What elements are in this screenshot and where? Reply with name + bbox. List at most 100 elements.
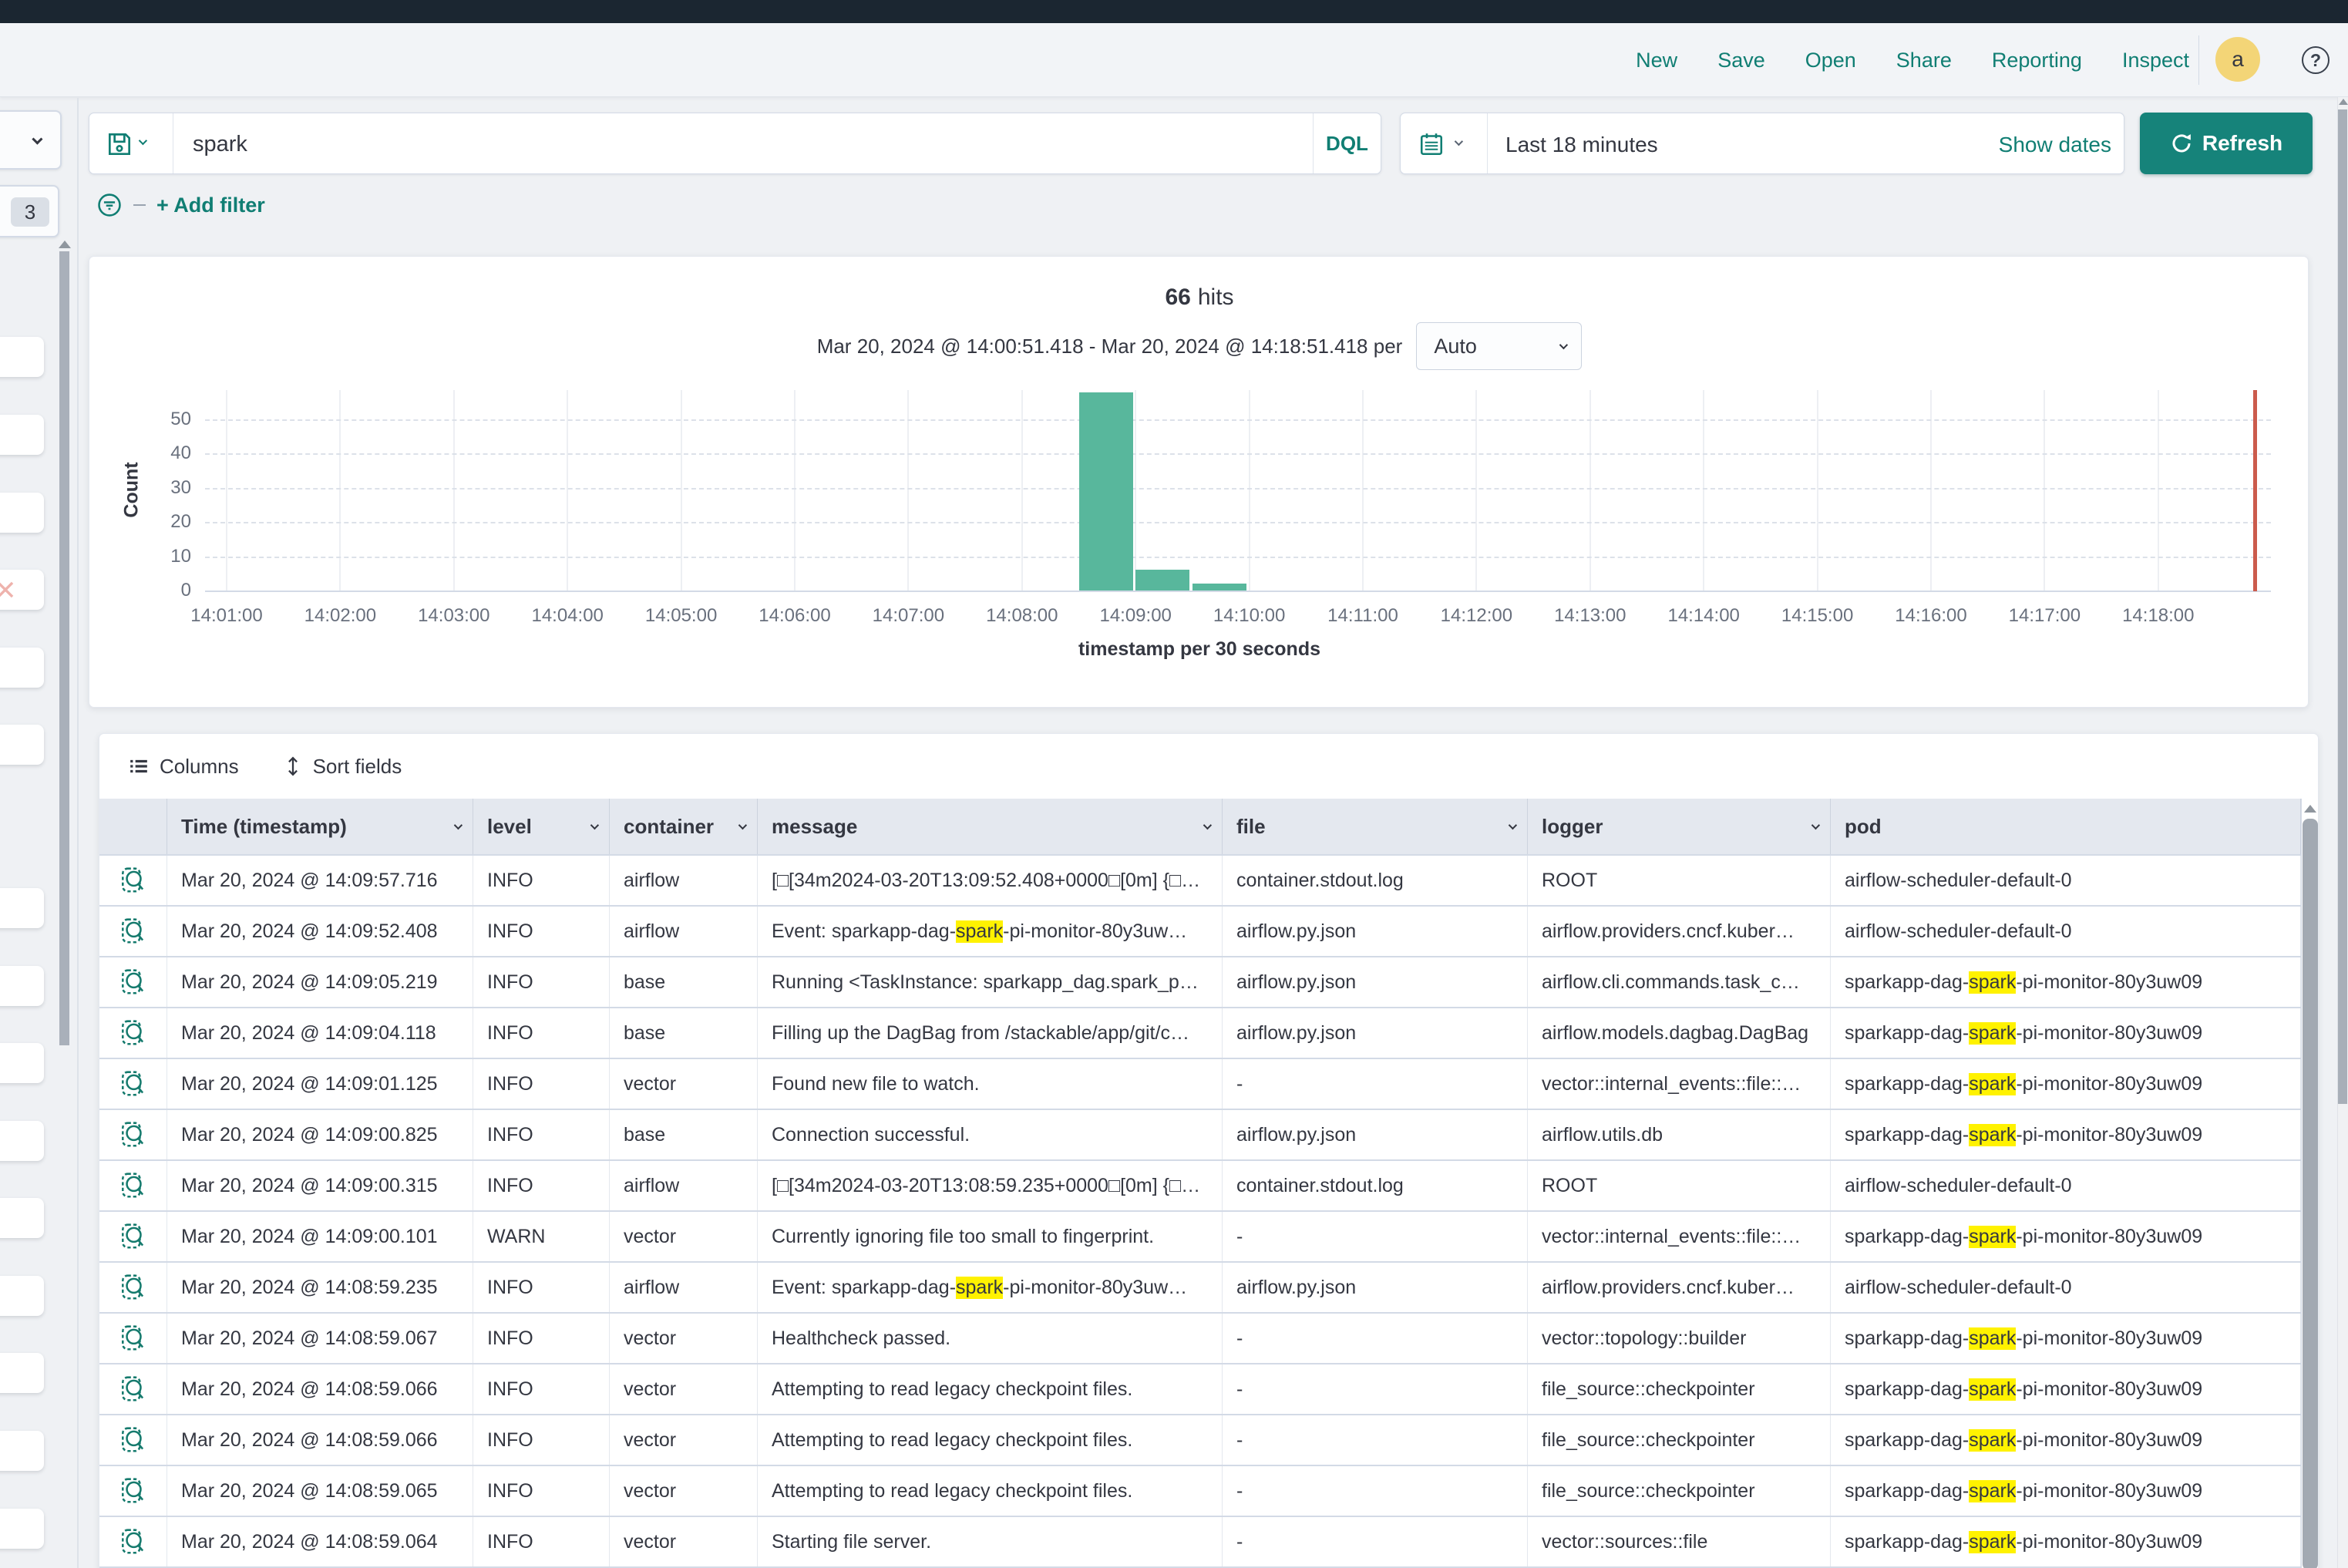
nav-link-reporting[interactable]: Reporting: [1992, 49, 2082, 72]
save-query-icon[interactable]: [105, 130, 134, 159]
cell-container: airflow: [610, 856, 758, 905]
table-scroll-up-icon[interactable]: [2304, 805, 2316, 813]
field-card[interactable]: [0, 337, 44, 377]
chevron-down-icon[interactable]: [1509, 821, 1517, 829]
cell-level: INFO: [473, 1517, 610, 1566]
cell-pod: sparkapp-dag-spark-pi-monitor-80y3uw09: [1831, 957, 2301, 1007]
show-dates-button[interactable]: Show dates: [1999, 133, 2111, 157]
cell-message: Event: sparkapp-dag-spark-pi-monitor-80y…: [758, 1263, 1223, 1312]
inspect-document-icon[interactable]: [99, 1415, 167, 1465]
columns-button[interactable]: Columns: [129, 755, 239, 779]
cell-logger: ROOT: [1528, 1161, 1831, 1210]
chevron-down-icon[interactable]: [1811, 821, 1820, 829]
cell-time: Mar 20, 2024 @ 14:09:52.408: [167, 907, 473, 956]
inspect-document-icon[interactable]: [99, 1110, 167, 1159]
range-text: Mar 20, 2024 @ 14:00:51.418 - Mar 20, 20…: [817, 335, 1403, 358]
inspect-document-icon[interactable]: [99, 1008, 167, 1058]
inspect-document-icon[interactable]: [99, 856, 167, 905]
column-header-container[interactable]: container: [610, 799, 758, 854]
field-card[interactable]: [0, 725, 44, 765]
chevron-down-icon[interactable]: [1203, 821, 1212, 829]
inspect-document-icon[interactable]: [99, 1364, 167, 1414]
field-card[interactable]: [0, 1121, 44, 1161]
saved-query-chevron-icon[interactable]: [139, 136, 147, 145]
inspect-document-icon[interactable]: [99, 1212, 167, 1261]
column-header-file[interactable]: file: [1223, 799, 1528, 854]
cell-pod: sparkapp-dag-spark-pi-monitor-80y3uw09: [1831, 1110, 2301, 1159]
sidebar-scrollbar[interactable]: [59, 251, 69, 1045]
inspect-document-icon[interactable]: [99, 1263, 167, 1312]
field-card[interactable]: [0, 1043, 44, 1083]
calendar-icon[interactable]: [1418, 130, 1445, 158]
column-header-message[interactable]: message: [758, 799, 1223, 854]
inspect-document-icon[interactable]: [99, 1466, 167, 1516]
column-header-time-timestamp-[interactable]: Time (timestamp): [167, 799, 473, 854]
filter-icon[interactable]: [96, 192, 123, 218]
column-header-level[interactable]: level: [473, 799, 610, 854]
cell-file: -: [1223, 1364, 1528, 1414]
cell-pod: sparkapp-dag-spark-pi-monitor-80y3uw09: [1831, 1008, 2301, 1058]
date-chevron-icon[interactable]: [1455, 137, 1463, 146]
inspect-document-icon[interactable]: [99, 1517, 167, 1566]
cell-time: Mar 20, 2024 @ 14:09:04.118: [167, 1008, 473, 1058]
x-axis-tick-label: 14:13:00: [1536, 605, 1644, 627]
highlight-term: spark: [1969, 1378, 2016, 1401]
avatar[interactable]: a: [2215, 37, 2260, 82]
chevron-down-icon[interactable]: [454, 821, 463, 829]
help-icon[interactable]: ?: [2302, 46, 2329, 74]
histogram-bar[interactable]: [1193, 584, 1246, 591]
query-input[interactable]: spark: [193, 132, 247, 157]
inspect-document-icon[interactable]: [99, 957, 167, 1007]
nav-link-open[interactable]: Open: [1805, 49, 1856, 72]
field-card[interactable]: [0, 1431, 44, 1471]
column-header-label: file: [1236, 815, 1266, 839]
cell-container: airflow: [610, 1161, 758, 1210]
field-card[interactable]: [0, 888, 44, 928]
histogram-bar[interactable]: [1079, 392, 1133, 591]
cell-pod: airflow-scheduler-default-0: [1831, 1161, 2301, 1210]
field-card[interactable]: [0, 415, 44, 455]
nav-link-save[interactable]: Save: [1717, 49, 1765, 72]
nav-link-new[interactable]: New: [1636, 49, 1677, 72]
sidebar-scroll-up-icon[interactable]: [59, 241, 71, 248]
page-scroll-up-icon[interactable]: [2339, 99, 2348, 105]
collapse-sidebar-button[interactable]: [0, 110, 62, 170]
field-card[interactable]: [0, 570, 44, 610]
time-range-value[interactable]: Last 18 minutes: [1505, 133, 1658, 157]
field-card[interactable]: [0, 1509, 44, 1549]
nav-link-share[interactable]: Share: [1896, 49, 1952, 72]
cell-container: vector: [610, 1415, 758, 1465]
query-language-button[interactable]: DQL: [1313, 113, 1381, 173]
refresh-button[interactable]: Refresh: [2140, 113, 2313, 174]
column-header-pod[interactable]: pod: [1831, 799, 2301, 854]
field-count-card: 3: [0, 185, 59, 237]
page-scrollbar[interactable]: [2338, 109, 2347, 1104]
inspect-document-icon[interactable]: [99, 907, 167, 956]
inspect-document-icon[interactable]: [99, 1161, 167, 1210]
highlight-term: spark: [1969, 1226, 2016, 1248]
remove-icon[interactable]: [0, 580, 15, 600]
field-card[interactable]: [0, 1198, 44, 1238]
field-count-badge: 3: [11, 197, 49, 227]
table-scrollbar[interactable]: [2303, 819, 2318, 1568]
interval-select[interactable]: Auto: [1416, 322, 1582, 370]
chevron-down-icon[interactable]: [590, 821, 599, 829]
histogram-bar[interactable]: [1135, 570, 1189, 591]
nav-link-inspect[interactable]: Inspect: [2122, 49, 2189, 72]
field-card[interactable]: [0, 648, 44, 688]
cell-file: container.stdout.log: [1223, 856, 1528, 905]
inspect-document-icon[interactable]: [99, 1059, 167, 1109]
chevron-down-icon[interactable]: [738, 821, 747, 829]
field-card[interactable]: [0, 1353, 44, 1393]
column-header-label: message: [772, 815, 857, 839]
inspect-document-icon[interactable]: [99, 1314, 167, 1363]
field-card[interactable]: [0, 493, 44, 533]
cell-message: Filling up the DagBag from /stackable/ap…: [758, 1008, 1223, 1058]
sort-fields-button[interactable]: Sort fields: [284, 755, 402, 779]
cell-container: base: [610, 1008, 758, 1058]
table-header-row: Time (timestamp)levelcontainer message fil…: [99, 799, 2301, 854]
column-header-logger[interactable]: logger: [1528, 799, 1831, 854]
field-card[interactable]: [0, 1276, 44, 1316]
add-filter-button[interactable]: + Add filter: [156, 193, 265, 217]
field-card[interactable]: [0, 966, 44, 1006]
